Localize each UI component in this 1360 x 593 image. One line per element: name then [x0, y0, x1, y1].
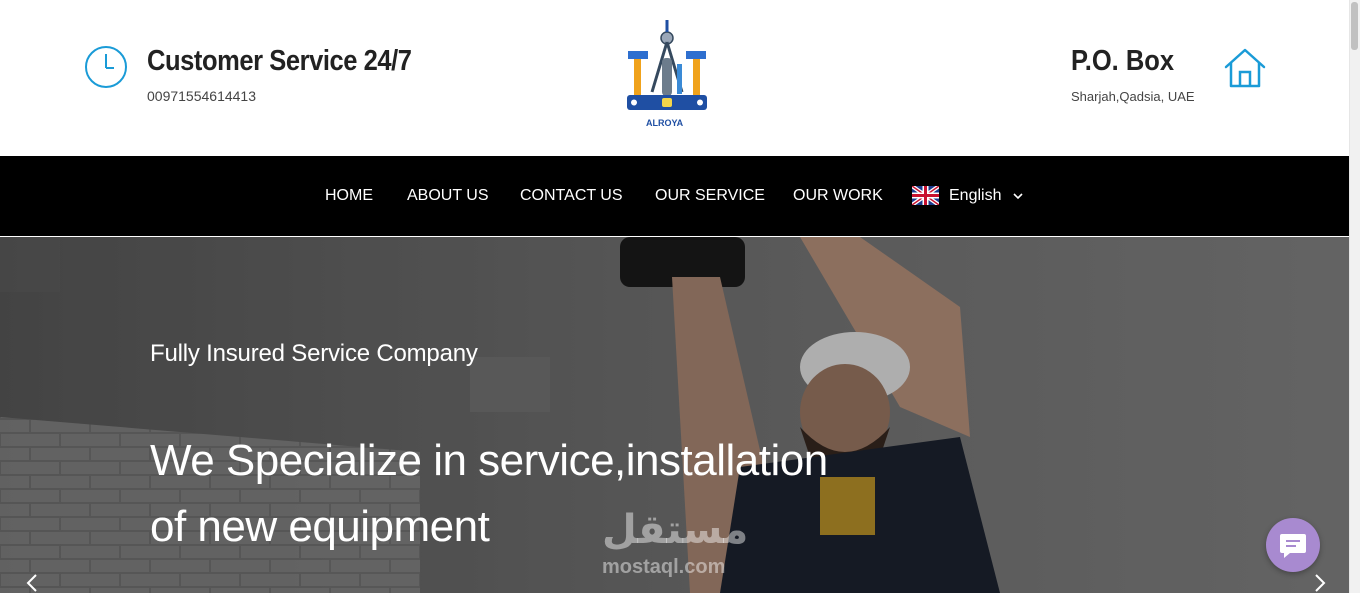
nav-item-our-service[interactable]: OUR SERVICE	[655, 187, 765, 205]
slider-prev-icon[interactable]	[22, 573, 42, 593]
nav-item-contact-us[interactable]: CONTACT US	[520, 187, 623, 205]
clock-icon	[85, 46, 127, 88]
chat-bubble-icon	[1280, 534, 1306, 558]
watermark-latin: mostaql.com	[602, 556, 726, 578]
hero-title: We Specialize in service,installation of…	[150, 428, 910, 560]
nav-item-home[interactable]: HOME	[325, 187, 373, 205]
mostaql-watermark: مستقل mostaql.com	[602, 508, 748, 578]
nav-item-our-work[interactable]: OUR WORK	[793, 187, 883, 205]
hero-title-line-2: of new equipment	[150, 502, 490, 551]
site-header: Customer Service 24/7 00971554614413 ALR…	[0, 0, 1349, 156]
address-text: Sharjah,Qadsia, UAE	[1071, 89, 1195, 104]
language-selector[interactable]: English	[949, 187, 1001, 205]
phone-number[interactable]: 00971554614413	[147, 88, 256, 104]
watermark-arabic: مستقل	[602, 508, 749, 552]
scrollbar-thumb[interactable]	[1351, 2, 1358, 50]
uk-flag-icon[interactable]	[912, 186, 939, 205]
hero-title-line-1: We Specialize in service,installation	[150, 436, 828, 485]
home-icon	[1224, 48, 1266, 88]
nav-item-about-us[interactable]: ABOUT US	[407, 187, 489, 205]
chat-button[interactable]	[1266, 518, 1320, 572]
slider-next-icon[interactable]	[1310, 573, 1330, 593]
alroya-logo[interactable]	[622, 18, 712, 130]
page-scrollbar[interactable]	[1349, 0, 1360, 593]
hero-subtitle: Fully Insured Service Company	[150, 340, 478, 367]
logo-text: ALROYA	[646, 118, 684, 128]
chevron-down-icon[interactable]	[1013, 192, 1023, 200]
customer-service-title: Customer Service 24/7	[147, 45, 412, 77]
po-box-title: P.O. Box	[1071, 45, 1175, 77]
